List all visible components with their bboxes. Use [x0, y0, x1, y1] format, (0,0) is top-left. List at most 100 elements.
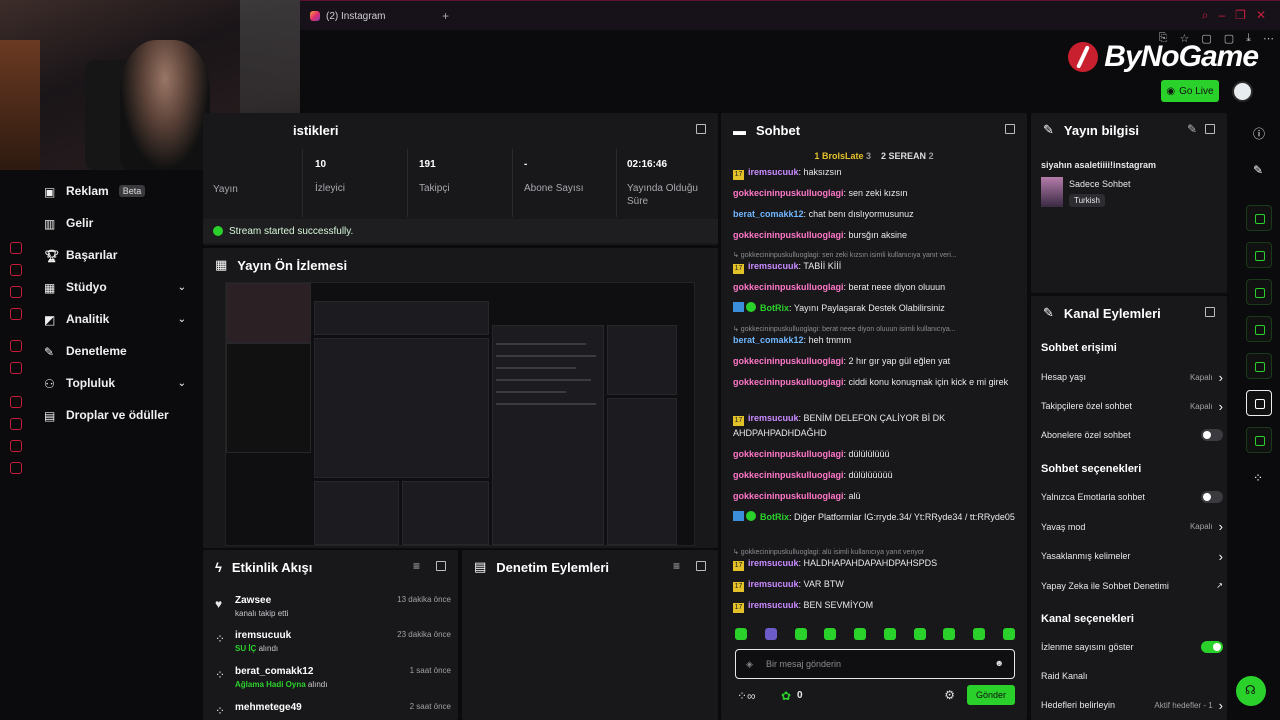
sidebar-item-topluluk[interactable]: ⚇ Topluluk ⌄ — [44, 373, 186, 393]
option-row[interactable]: Hesap yaşı Kapalı › — [1041, 369, 1223, 385]
toggle-switch[interactable] — [1201, 429, 1223, 441]
community-icon[interactable]: ⁘ — [1253, 471, 1263, 485]
option-row[interactable]: Yapay Zeka ile Sohbet Denetimi ↗ — [1041, 578, 1223, 594]
emote[interactable] — [824, 628, 837, 640]
toggle-switch[interactable] — [1201, 641, 1223, 653]
rail-icon-10[interactable] — [10, 462, 22, 474]
sidebar-item-reklam[interactable]: ▣ Reklam Beta — [44, 181, 186, 201]
chat-username[interactable]: gokkecininpuskulluoglagi — [733, 470, 844, 480]
option-row[interactable]: Abonelere özel sohbet — [1041, 427, 1223, 443]
option-row[interactable]: Takipçilere özel sohbet Kapalı › — [1041, 398, 1223, 414]
filter-icon[interactable]: ≡ — [413, 559, 420, 573]
emote[interactable] — [1002, 628, 1015, 640]
emote[interactable] — [973, 628, 986, 640]
chat-username[interactable]: gokkecininpuskulluoglagi — [733, 282, 844, 292]
edit-icon[interactable]: ✎ — [1187, 122, 1197, 136]
sidebar-item-basarilar[interactable]: 🏆︎ Başarılar — [44, 245, 186, 265]
rail-icon-4[interactable] — [10, 308, 22, 320]
emote[interactable] — [794, 628, 807, 640]
help-button[interactable]: ☊ — [1236, 676, 1266, 706]
emote[interactable] — [913, 628, 926, 640]
option-control[interactable] — [1201, 491, 1223, 503]
emote[interactable] — [854, 628, 867, 640]
avatar[interactable] — [1232, 81, 1253, 102]
option-control[interactable]: › — [1219, 549, 1223, 564]
rail-button-doc[interactable] — [1246, 279, 1272, 305]
chat-username[interactable]: BotRix — [760, 303, 789, 313]
info-icon[interactable]: ⓘ — [1253, 125, 1265, 142]
option-control[interactable] — [1201, 429, 1223, 441]
chat-username[interactable]: iremsucuuk — [748, 167, 799, 177]
option-control[interactable] — [1201, 641, 1223, 653]
rail-button-screenshot[interactable] — [1246, 205, 1272, 231]
rail-button-bolt[interactable] — [1246, 242, 1272, 268]
rail-button-broadcast[interactable] — [1246, 353, 1272, 379]
chat-username[interactable]: gokkecininpuskulluoglagi — [733, 230, 844, 240]
option-row[interactable]: Raid Kanalı — [1041, 668, 1223, 684]
stream-preview-video[interactable] — [225, 282, 695, 546]
rail-button-chat[interactable] — [1246, 316, 1272, 342]
emote[interactable] — [883, 628, 896, 640]
option-control[interactable]: Kapalı › — [1190, 370, 1223, 385]
emote[interactable] — [735, 628, 747, 640]
toggle-switch[interactable] — [1201, 491, 1223, 503]
rail-icon-2[interactable] — [10, 264, 22, 276]
raid-icon[interactable]: ⁘∞ — [737, 689, 756, 703]
rail-icon-1[interactable] — [10, 242, 22, 254]
option-control[interactable]: ↗ — [1216, 581, 1223, 590]
option-control[interactable]: Aktif hedefler - 1 › — [1154, 698, 1223, 713]
option-row[interactable]: Yavaş mod Kapalı › — [1041, 519, 1223, 535]
emote[interactable] — [764, 628, 777, 640]
chat-username[interactable]: iremsucuuk — [748, 558, 799, 568]
popout-icon[interactable] — [696, 124, 706, 134]
edit-icon[interactable]: ✎ — [1253, 163, 1263, 177]
chat-username[interactable]: iremsucuuk — [748, 413, 799, 423]
rail-icon-8[interactable] — [10, 418, 22, 430]
sidebar-item-gelir[interactable]: ▥ Gelir — [44, 213, 186, 233]
go-live-button[interactable]: ◉ Go Live — [1161, 80, 1219, 102]
rail-icon-7[interactable] — [10, 396, 22, 408]
chat-username[interactable]: berat_comakk12 — [733, 209, 804, 219]
popout-icon[interactable] — [1205, 307, 1215, 317]
emote[interactable] — [943, 628, 956, 640]
twitch-icon[interactable] — [10, 340, 22, 352]
option-row[interactable]: Hedefleri belirleyin Aktif hedefler - 1 › — [1041, 697, 1223, 713]
chat-username[interactable]: gokkecininpuskulluoglagi — [733, 491, 844, 501]
rail-button-layout[interactable] — [1246, 390, 1272, 416]
sidebar-item-droplar[interactable]: ▤ Droplar ve ödüller — [44, 405, 186, 425]
chat-username[interactable]: berat_comakk12 — [733, 335, 804, 345]
gear-icon[interactable]: ⚙ — [944, 688, 955, 702]
chat-username[interactable]: iremsucuuk — [748, 261, 799, 271]
emoji-icon[interactable]: ☻ — [995, 658, 1004, 668]
sidebar-item-studyo[interactable]: ▦ Stüdyo ⌄ — [44, 277, 186, 297]
option-row[interactable]: Yasaklanmış kelimeler › — [1041, 548, 1223, 564]
send-button[interactable]: Gönder — [967, 685, 1015, 705]
chat-username[interactable]: gokkecininpuskulluoglagi — [733, 449, 844, 459]
rail-icon-9[interactable] — [10, 440, 22, 452]
chat-username[interactable]: gokkecininpuskulluoglagi — [733, 356, 844, 366]
option-control[interactable]: Kapalı › — [1190, 399, 1223, 414]
chat-input[interactable]: ◈ Bir mesaj gönderin ☻ — [735, 649, 1015, 679]
popout-icon[interactable] — [696, 561, 706, 571]
menu-icon[interactable]: ⋯ — [1263, 32, 1274, 45]
search-icon[interactable]: ⌕ — [1202, 8, 1209, 23]
popout-icon[interactable] — [1005, 124, 1015, 134]
tab-instagram[interactable]: (2) Instagram — [310, 7, 385, 25]
popout-icon[interactable] — [436, 561, 446, 571]
rail-icon-3[interactable] — [10, 286, 22, 298]
rail-icon-6[interactable] — [10, 362, 22, 374]
close-icon[interactable]: ✕ — [1256, 8, 1266, 23]
filter-icon[interactable]: ≡ — [673, 559, 680, 573]
popout-icon[interactable] — [1205, 124, 1215, 134]
chat-username[interactable]: iremsucuuk — [748, 579, 799, 589]
chat-username[interactable]: gokkecininpuskulluoglagi — [733, 188, 844, 198]
option-control[interactable]: Kapalı › — [1190, 519, 1223, 534]
chat-username[interactable]: iremsucuuk — [748, 600, 799, 610]
sidebar-item-denetleme[interactable]: ✎ Denetleme — [44, 341, 186, 361]
minimize-icon[interactable]: – — [1218, 8, 1225, 23]
new-tab-button[interactable]: + — [442, 9, 449, 23]
chat-username[interactable]: BotRix — [760, 512, 789, 522]
option-row[interactable]: Yalnızca Emotlarla sohbet — [1041, 489, 1223, 505]
rail-button-wrench[interactable] — [1246, 427, 1272, 453]
chat-username[interactable]: gokkecininpuskulluoglagi — [733, 377, 844, 387]
